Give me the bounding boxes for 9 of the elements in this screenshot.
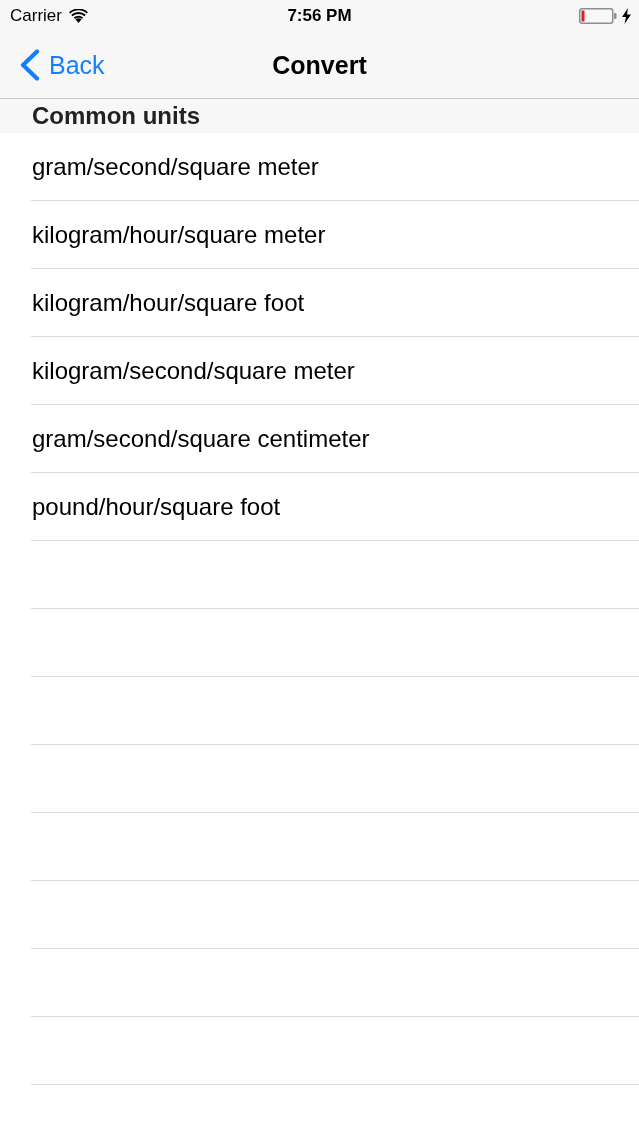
section-title: Common units: [32, 102, 200, 130]
nav-title: Convert: [272, 50, 367, 80]
wifi-icon: [68, 9, 88, 23]
charging-bolt-icon: [622, 8, 631, 24]
back-chevron-icon: [18, 49, 40, 81]
carrier-name: Carrier: [10, 6, 62, 26]
back-button[interactable]: Back: [18, 49, 105, 81]
status-time: 7:56 PM: [287, 6, 352, 26]
battery-icon: [579, 8, 617, 24]
